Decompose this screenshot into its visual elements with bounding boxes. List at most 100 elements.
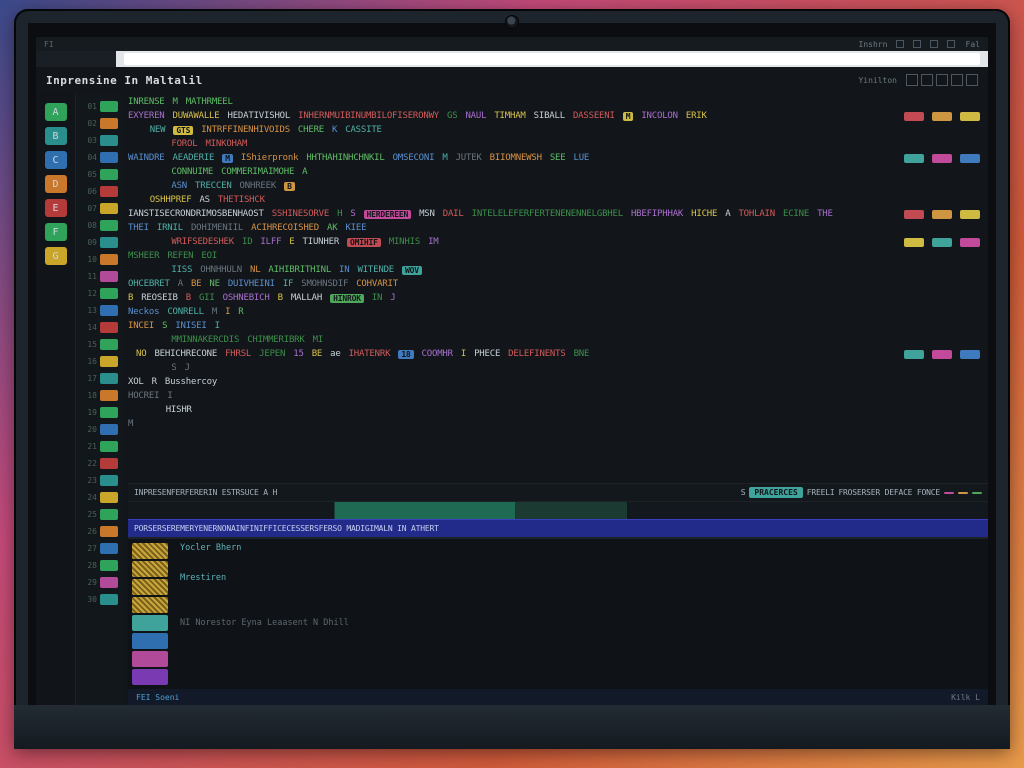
gutter-chip: [100, 594, 118, 605]
title-tool-icon[interactable]: [936, 74, 948, 86]
gutter-chip: [100, 356, 118, 367]
line-chip: [932, 210, 952, 219]
gutter-chip: [100, 492, 118, 503]
line-number: 02: [79, 119, 97, 128]
title-tool-icon[interactable]: [906, 74, 918, 86]
code-line[interactable]: FOROLMINKOHAM: [128, 137, 988, 151]
gutter-row: 14: [79, 320, 121, 335]
activity-item[interactable]: E: [45, 199, 67, 217]
menu-bar: FI Inshrn Fal: [36, 37, 988, 51]
line-number: 09: [79, 238, 97, 247]
gutter-chip: [100, 152, 118, 163]
gutter-row: 06: [79, 184, 121, 199]
code-line[interactable]: THEIIRNILDOHIMENIILACIHRECOISHEDAKKIEE: [128, 221, 988, 235]
gutter-row: 30: [79, 592, 121, 607]
title-hint: Yinilton: [858, 76, 897, 85]
gutter-chip: [100, 475, 118, 486]
title-tool-icon[interactable]: [966, 74, 978, 86]
panel-gutter-block: [132, 561, 168, 577]
gutter-row: 04: [79, 150, 121, 165]
gutter-chip: [100, 271, 118, 282]
strip1-cell[interactable]: [958, 492, 968, 494]
code-line[interactable]: HISHR: [128, 403, 988, 417]
code-line[interactable]: BREOSEIBBGIIOSHNEBICHBMALLAHHINROKINJ: [128, 291, 988, 305]
line-chip: [960, 350, 980, 359]
strip1-cell: S: [741, 488, 746, 497]
strip2-label: PORSERSEREMERYENERNONAINFINIFFICECESSERS…: [134, 524, 439, 533]
line-number: 17: [79, 374, 97, 383]
gutter-row: 09: [79, 235, 121, 250]
activity-item[interactable]: D: [45, 175, 67, 193]
line-number: 10: [79, 255, 97, 264]
gutter-row: 12: [79, 286, 121, 301]
title-tool-icon[interactable]: [921, 74, 933, 86]
line-number: 24: [79, 493, 97, 502]
code-line[interactable]: CONNUIMECOMMERIMAIMOHEA: [128, 165, 988, 179]
activity-item[interactable]: G: [45, 247, 67, 265]
gutter-row: 05: [79, 167, 121, 182]
line-chip: [904, 154, 924, 163]
panel-body[interactable]: Yocler Bhern Mrestiren NI Norestor Eyna …: [172, 539, 988, 689]
code-line[interactable]: IISSOHNHHULNNLAIHIBRITHINLINWITENDEWOV: [128, 263, 988, 277]
strip1-cell: FREELI: [807, 488, 835, 497]
menu-square-icon[interactable]: [896, 40, 904, 48]
line-number: 30: [79, 595, 97, 604]
code-line[interactable]: NOBEHICHRECONEFHRSLJEPEN15BEaeIHATENRK18…: [128, 347, 988, 361]
code-line[interactable]: SJ: [128, 361, 988, 375]
line-number: 28: [79, 561, 97, 570]
address-bar-row: [36, 51, 988, 67]
line-number: 22: [79, 459, 97, 468]
menu-right-text: Inshrn: [859, 40, 888, 49]
monitor-bezel: [14, 705, 1010, 749]
strip1-cell[interactable]: PRACERCES: [749, 487, 802, 498]
menu-square-icon[interactable]: [947, 40, 955, 48]
gutter-chip: [100, 220, 118, 231]
gutter-chip: [100, 407, 118, 418]
line-number: 21: [79, 442, 97, 451]
code-line[interactable]: HOCREII: [128, 389, 988, 403]
menu-square-icon[interactable]: [913, 40, 921, 48]
code-line[interactable]: M: [128, 417, 988, 431]
strip1-cell[interactable]: [972, 492, 982, 494]
gutter-row: 21: [79, 439, 121, 454]
status-strip-progress: [128, 501, 988, 519]
line-number: 12: [79, 289, 97, 298]
code-line[interactable]: NeckosCONRELLMIR: [128, 305, 988, 319]
code-line[interactable]: EXYERENDUWAWALLEHEDATIVISHOLINHERNMUIBIN…: [128, 109, 988, 123]
editor-pane[interactable]: INRENSEMMATHRMEELEXYERENDUWAWALLEHEDATIV…: [124, 93, 988, 705]
code-line[interactable]: WRIFSEDESHEKIDILFFETIUNHEROMIHIFMINHISIM: [128, 235, 988, 249]
gutter-row: 17: [79, 371, 121, 386]
gutter-chip: [100, 424, 118, 435]
code-content[interactable]: INRENSEMMATHRMEELEXYERENDUWAWALLEHEDATIV…: [128, 95, 988, 483]
activity-item[interactable]: A: [45, 103, 67, 121]
activity-item[interactable]: C: [45, 151, 67, 169]
gutter-row: 23: [79, 473, 121, 488]
code-line[interactable]: ASNTRECCENONHREEKB: [128, 179, 988, 193]
bottom-panel: Yocler Bhern Mrestiren NI Norestor Eyna …: [128, 537, 988, 689]
code-line[interactable]: XOLRBusshercoy: [128, 375, 988, 389]
status-strip-1: INPRESENFERFERERIN ESTRSUCE A H S PRACER…: [128, 483, 988, 501]
code-line[interactable]: INCEISINISEII: [128, 319, 988, 333]
strip1-cell[interactable]: [944, 492, 954, 494]
title-tool-icon[interactable]: [951, 74, 963, 86]
gutter-chip: [100, 509, 118, 520]
code-line[interactable]: MSHEERREFENEOI: [128, 249, 988, 263]
code-line[interactable]: IANSTISECRONDRIMOSBENHAOSTSSHINESORVEHSH…: [128, 207, 988, 221]
activity-item[interactable]: F: [45, 223, 67, 241]
line-number: 29: [79, 578, 97, 587]
line-chip: [904, 210, 924, 219]
menu-square-icon[interactable]: [930, 40, 938, 48]
code-line[interactable]: MMINNAKERCDISCHIMMERIBRKMI: [128, 333, 988, 347]
line-number: 27: [79, 544, 97, 553]
code-line[interactable]: OSHHPREFASTHETISHCK: [128, 193, 988, 207]
activity-item[interactable]: B: [45, 127, 67, 145]
gutter-row: 15: [79, 337, 121, 352]
gutter-chip: [100, 373, 118, 384]
camera-dot: [505, 15, 519, 29]
gutter-chip: [100, 203, 118, 214]
address-bar[interactable]: [124, 53, 980, 65]
code-line[interactable]: OHCEBRETABENEDUIVHEINIIFSMOHNSDIFCOHVARI…: [128, 277, 988, 291]
code-line[interactable]: NEWGTSINTRFFINENHIVOIDSCHEREKCASSITE: [128, 123, 988, 137]
code-line[interactable]: WAINDREAEADERIEMIShierpronkHHTHAHINHCHNK…: [128, 151, 988, 165]
code-line[interactable]: INRENSEMMATHRMEEL: [128, 95, 988, 109]
